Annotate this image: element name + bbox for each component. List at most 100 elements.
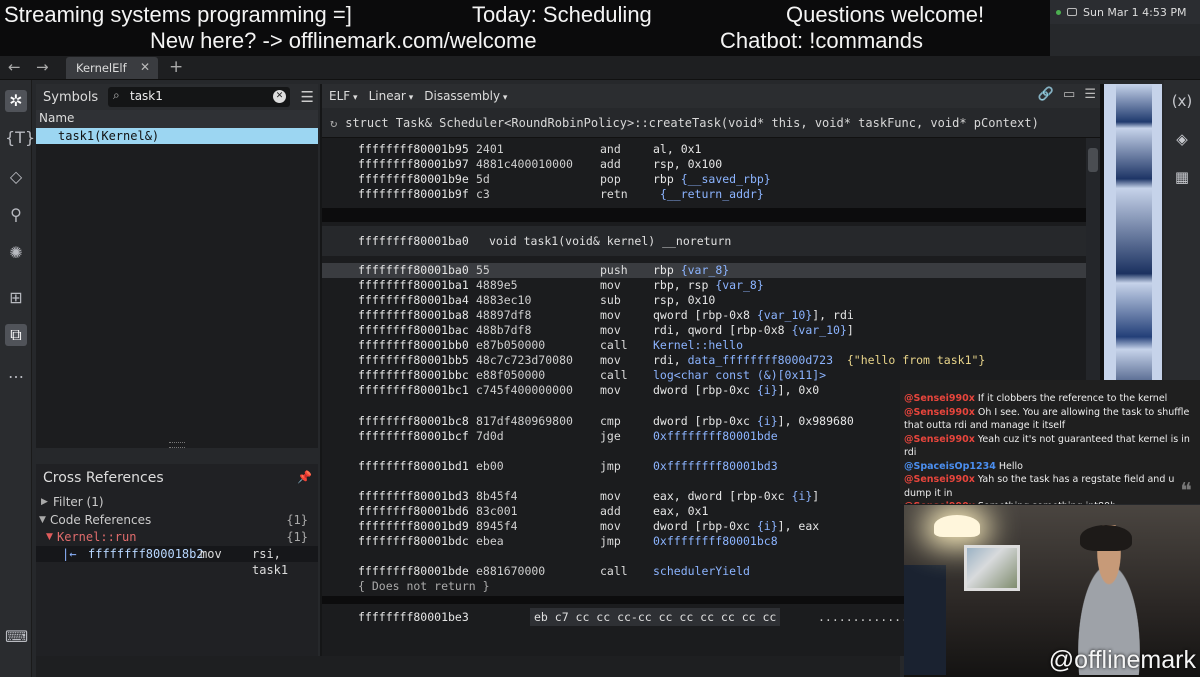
line-operands: 0xffffffff80001bde: [653, 429, 778, 444]
minimap[interactable]: [1104, 84, 1162, 400]
new-tab-button[interactable]: +: [169, 57, 183, 77]
tag-icon[interactable]: ◇: [5, 166, 27, 188]
chat-username[interactable]: @Sensei990x: [904, 474, 975, 485]
disasm-line[interactable]: ffffffff80001bb5 48c7c723d70080 mov rdi, da…: [322, 353, 1086, 368]
disasm-line[interactable]: ffffffff80001bb0 e87b050000 call Kernel::he…: [322, 338, 1086, 353]
chat-username[interactable]: @Sensei990x: [904, 501, 975, 504]
chat-username[interactable]: @Sensei990x: [904, 407, 975, 418]
filter-row[interactable]: ▶ Filter (1): [36, 494, 318, 510]
system-menubar: Sun Mar 1 4:53 PM: [1050, 0, 1200, 24]
operand-symbol: schedulerYield: [653, 564, 750, 578]
quote-icon: ❝: [1180, 478, 1192, 504]
code-references-count: {1}: [286, 513, 308, 527]
refresh-icon[interactable]: ↻: [330, 116, 337, 130]
terminal-icon[interactable]: ⌨: [5, 626, 28, 648]
line-bytes: 48c7c723d70080: [476, 353, 573, 367]
chat-username[interactable]: @Sensei990x: [904, 393, 975, 404]
tab-kernelelf[interactable]: KernelElf ✕: [66, 57, 158, 79]
more-icon[interactable]: …: [5, 362, 27, 384]
line-mnemonic: call: [600, 368, 628, 382]
line-bytes: e881670000: [476, 564, 546, 578]
layers-icon[interactable]: ◈: [1171, 128, 1193, 150]
caller-row[interactable]: ▼ Kernel::run {1}: [36, 529, 318, 545]
operand-suffix: ], 0x989680: [777, 414, 854, 428]
line-mnemonic: push: [600, 263, 628, 277]
line-bytes: 7d0d: [476, 429, 504, 443]
line-bytes: 48897df8: [476, 308, 532, 322]
operand-suffix: ], eax: [777, 519, 820, 533]
symbol-row[interactable]: task1(Kernel&): [36, 128, 318, 144]
xref-entry[interactable]: |← ffffffff800018b2 mov rsi, task1: [36, 546, 318, 577]
operand-symbol: {i}: [756, 414, 778, 428]
line-bytes: e88f050000: [476, 368, 546, 382]
forward-arrow-icon[interactable]: →: [36, 58, 49, 76]
graph-icon[interactable]: ✲: [5, 90, 27, 112]
compare-icon[interactable]: ⧉: [5, 324, 27, 346]
chat-text: Something something int80h: [975, 501, 1116, 504]
hierarchy-icon[interactable]: ⊞: [5, 287, 27, 309]
disasm-line[interactable]: ffffffff80001ba4 4883ec10 sub rsp, 0x10: [322, 293, 1086, 308]
clear-search-icon[interactable]: ✕: [273, 90, 286, 103]
hamburger-menu-icon[interactable]: ☰: [301, 88, 314, 106]
view-mode-dropdown[interactable]: Linear: [369, 89, 414, 103]
search-icon: ⌕: [113, 88, 120, 102]
code-references-row[interactable]: ▼ Code References {1}: [36, 512, 318, 528]
operand-symbol: {var_8}: [715, 278, 764, 292]
split-view-icon[interactable]: ▭: [1063, 87, 1075, 102]
line-operands: eax, dword [rbp-0xc {i}]: [653, 489, 819, 504]
symbol-search-input[interactable]: ⌕ task1 ✕: [108, 87, 290, 107]
left-activity-bar: ✲ {T} ◇ ⚲ ✺ ⊞ ⧉ … ⌨: [0, 80, 35, 677]
operand-text: qword [rbp-0x8: [653, 308, 757, 322]
line-mnemonic: mov: [600, 383, 621, 397]
close-tab-icon[interactable]: ✕: [140, 60, 150, 74]
line-bytes: 83c001: [476, 504, 518, 518]
disasm-line[interactable]: ffffffff80001b97 4881c400010000 add rsp, 0x…: [322, 157, 1086, 172]
line-mnemonic: sub: [600, 293, 621, 307]
data-ascii: ..............: [818, 610, 915, 624]
scrollbar-thumb[interactable]: [1088, 148, 1098, 172]
function-signature: struct Task& Scheduler<RoundRobinPolicy>…: [345, 116, 1039, 130]
disasm-line[interactable]: ffffffff80001b95 2401 and al, 0x1: [322, 142, 1086, 157]
operand-text: rsp, 0x100: [653, 157, 723, 171]
disasm-line[interactable]: ffffffff80001b9e 5d pop rbp {__saved_rbp}: [322, 172, 1086, 187]
bug-icon[interactable]: ✺: [5, 242, 27, 264]
line-address: ffffffff80001bdc: [358, 534, 469, 548]
function-declaration: void task1(void& kernel) __noreturn: [489, 234, 732, 248]
column-header-name[interactable]: Name: [36, 110, 318, 128]
view-kind-dropdown[interactable]: Disassembly: [424, 89, 507, 103]
chat-message: @Sensei990x If it clobbers the reference…: [904, 392, 1196, 406]
display-icon[interactable]: [1067, 8, 1077, 16]
watermark: @offlinemark: [1048, 646, 1196, 674]
disasm-line[interactable]: ffffffff80001ba1 4889e5 mov rbp, rsp {var_8…: [322, 278, 1086, 293]
streamer-hair: [1080, 525, 1132, 551]
line-bytes: eb00: [476, 459, 504, 473]
operand-suffix: ]: [812, 489, 820, 503]
type-icon[interactable]: {T}: [5, 127, 35, 149]
line-bytes: 8945f4: [476, 519, 518, 533]
xref-title: Cross References: [43, 470, 164, 486]
variables-icon[interactable]: (x): [1171, 90, 1193, 112]
resize-handle[interactable]: [169, 442, 185, 448]
disasm-line[interactable]: ffffffff80001ba0 55 push rbp {var_8}: [322, 263, 1086, 278]
data-address: ffffffff80001be3: [358, 610, 469, 624]
qr-grid-icon[interactable]: ▦: [1171, 166, 1193, 188]
disasm-line[interactable]: ffffffff80001ba8 48897df8 mov qword [rbp-0x…: [322, 308, 1086, 323]
pin-icon[interactable]: 📌: [297, 470, 312, 484]
view-type-dropdown[interactable]: ELF: [329, 89, 358, 103]
line-operands: log<char const (&)[0x11]>: [653, 368, 826, 383]
chat-username[interactable]: @SpaceisOp1234: [904, 461, 996, 472]
chat-username[interactable]: @Sensei990x: [904, 434, 975, 445]
tab-bar: ← → KernelElf ✕ +: [0, 56, 1200, 80]
search-value: task1: [130, 89, 163, 103]
disasm-line[interactable]: ffffffff80001bac 488b7df8 mov rdi, qword [r…: [322, 323, 1086, 338]
line-operands: 0xffffffff80001bd3: [653, 459, 778, 474]
chevron-down-icon: ▼: [39, 515, 46, 525]
link-icon[interactable]: 🔗: [1038, 87, 1054, 102]
line-operands: schedulerYield: [653, 564, 750, 579]
line-mnemonic: and: [600, 142, 621, 156]
chat-message: @Sensei990x Yah so the task has a regsta…: [904, 473, 1196, 500]
disasm-line[interactable]: ffffffff80001b9f c3 retn {__return_addr}: [322, 187, 1086, 202]
back-arrow-icon[interactable]: ←: [8, 58, 21, 76]
menu-icon[interactable]: ☰: [1084, 87, 1096, 102]
location-icon[interactable]: ⚲: [5, 204, 27, 226]
